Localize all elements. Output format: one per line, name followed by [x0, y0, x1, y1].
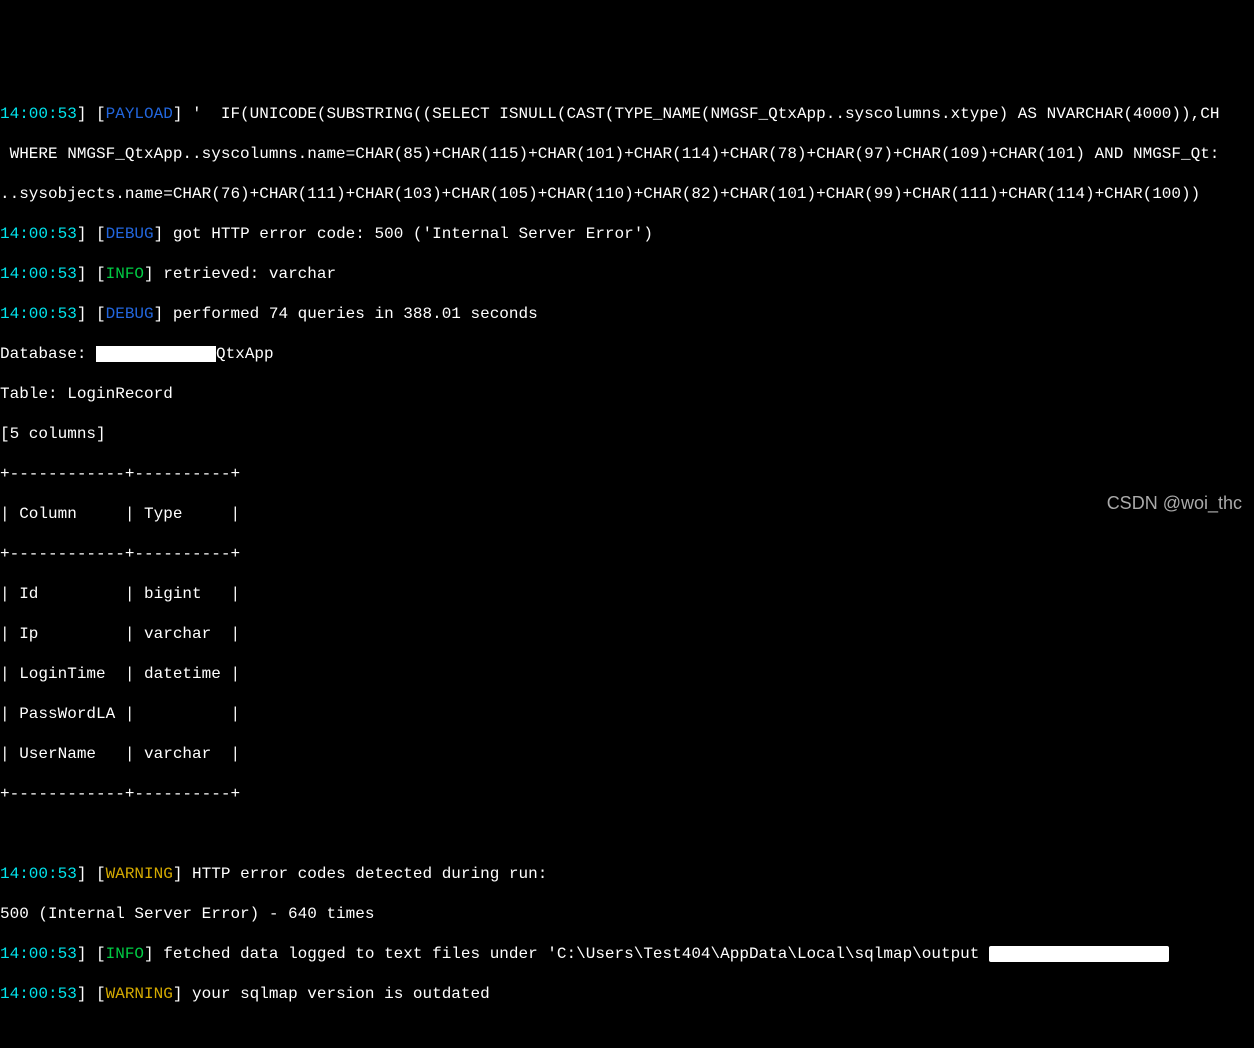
- terminal-output: 14:00:53] [PAYLOAD] ' IF(UNICODE(SUBSTRI…: [0, 84, 1254, 1048]
- table-separator: +------------+----------+: [0, 464, 1254, 484]
- table-row: | PassWordLA | |: [0, 704, 1254, 724]
- database-line: Database: QtxApp: [0, 344, 1254, 364]
- log-line-warning-1: 14:00:53] [WARNING] HTTP error codes det…: [0, 864, 1254, 884]
- payload-text: ] ' IF(UNICODE(SUBSTRING((SELECT ISNULL(…: [173, 105, 1220, 123]
- blank-line: [0, 824, 1254, 844]
- info-text: fetched data logged to text files under …: [154, 945, 980, 963]
- log-line-payload: 14:00:53] [PAYLOAD] ' IF(UNICODE(SUBSTRI…: [0, 104, 1254, 124]
- log-line-warning-2: 14:00:53] [WARNING] your sqlmap version …: [0, 984, 1254, 1004]
- timestamp: 14:00:53: [0, 225, 77, 243]
- log-line-info-2: 14:00:53] [INFO] fetched data logged to …: [0, 944, 1254, 964]
- table-header: | Column | Type |: [0, 504, 1254, 524]
- blank-line: [0, 1024, 1254, 1044]
- tag-payload: PAYLOAD: [106, 105, 173, 123]
- watermark: CSDN @woi_thc: [1107, 492, 1242, 515]
- http-error-count: 500 (Internal Server Error) - 640 times: [0, 904, 1254, 924]
- timestamp: 14:00:53: [0, 945, 77, 963]
- tag-warning: WARNING: [106, 865, 173, 883]
- redaction-block: [989, 946, 1169, 962]
- redaction-block: [96, 346, 216, 362]
- tag-info: INFO: [106, 945, 144, 963]
- table-row: | UserName | varchar |: [0, 744, 1254, 764]
- warning-text: HTTP error codes detected during run:: [182, 865, 547, 883]
- warning-text: your sqlmap version is outdated: [182, 985, 489, 1003]
- log-line-info-1: 14:00:53] [INFO] retrieved: varchar: [0, 264, 1254, 284]
- payload-continuation-2: ..sysobjects.name=CHAR(76)+CHAR(111)+CHA…: [0, 184, 1254, 204]
- table-row: | Id | bigint |: [0, 584, 1254, 604]
- tag-info: INFO: [106, 265, 144, 283]
- timestamp: 14:00:53: [0, 265, 77, 283]
- table-row: | Ip | varchar |: [0, 624, 1254, 644]
- tag-warning: WARNING: [106, 985, 173, 1003]
- table-separator: +------------+----------+: [0, 784, 1254, 804]
- tag-debug: DEBUG: [106, 305, 154, 323]
- timestamp: 14:00:53: [0, 105, 77, 123]
- table-separator: +------------+----------+: [0, 544, 1254, 564]
- debug-text: got HTTP error code: 500 ('Internal Serv…: [163, 225, 653, 243]
- table-row: | LoginTime | datetime |: [0, 664, 1254, 684]
- table-name-line: Table: LoginRecord: [0, 384, 1254, 404]
- timestamp: 14:00:53: [0, 985, 77, 1003]
- log-line-debug-1: 14:00:53] [DEBUG] got HTTP error code: 5…: [0, 224, 1254, 244]
- debug-text: performed 74 queries in 388.01 seconds: [163, 305, 537, 323]
- columns-count-line: [5 columns]: [0, 424, 1254, 444]
- info-text: retrieved: varchar: [154, 265, 336, 283]
- timestamp: 14:00:53: [0, 865, 77, 883]
- tag-debug: DEBUG: [106, 225, 154, 243]
- log-line-debug-2: 14:00:53] [DEBUG] performed 74 queries i…: [0, 304, 1254, 324]
- payload-continuation-1: WHERE NMGSF_QtxApp..syscolumns.name=CHAR…: [0, 144, 1254, 164]
- timestamp: 14:00:53: [0, 305, 77, 323]
